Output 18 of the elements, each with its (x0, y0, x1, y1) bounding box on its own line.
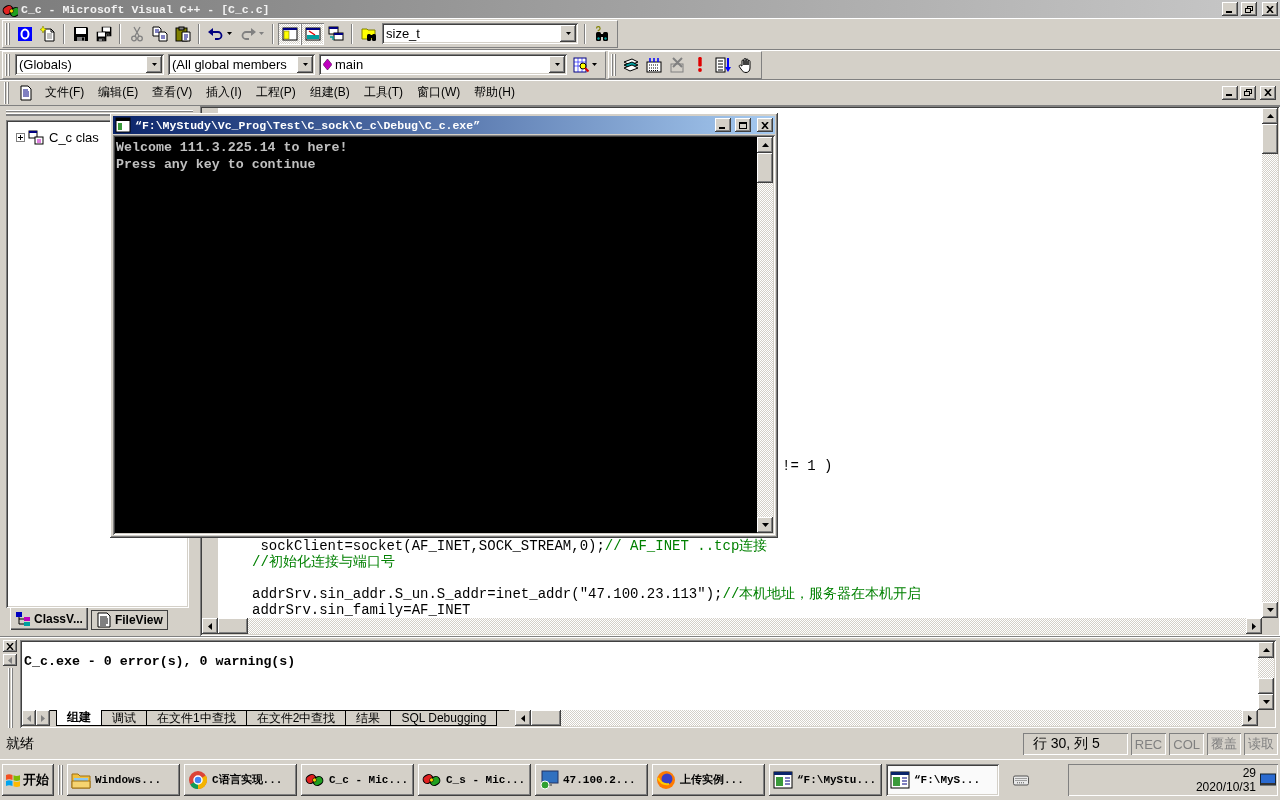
code-line: addrSrv.sin_addr.S_un.S_addr=inet_addr("47.100.23.113");//本机地址，服务器在本机开启 (252, 586, 922, 602)
console-line: Welcome 111.3.225.14 to here! (116, 139, 348, 156)
cursor-position: 行 30, 列 5 (1022, 733, 1128, 755)
code-line: != 1 ) (782, 458, 833, 474)
clock-time: 29 (1242, 765, 1256, 780)
code-line: //初始化连接与端口号 (252, 554, 395, 570)
status-message: 就绪 (6, 735, 35, 753)
status-indicator: 覆盖 (1207, 733, 1241, 755)
code-line: addrSrv.sin_family=AF_INET (252, 602, 471, 618)
output-line: C_c.exe - 0 error(s), 0 warning(s) (24, 654, 296, 670)
console-line: Press any key to continue (116, 156, 316, 173)
status-indicator: COL (1169, 733, 1204, 755)
status-indicator: 读取 (1244, 733, 1278, 755)
status-indicator: REC (1130, 733, 1167, 755)
window-title: C_c - Microsoft Visual C++ - [C_c.c] (21, 2, 270, 16)
clock-date: 2020/10/31 (1195, 779, 1256, 794)
console-title: “F:\MyStudy\Vc_Prog\Test\C_sock\C_c\Debug\C_c.exe” (135, 118, 481, 132)
code-line: sockClient=socket(AF_INET,SOCK_STREAM,0);// AF_INET ..tcp连接 (259, 538, 768, 554)
